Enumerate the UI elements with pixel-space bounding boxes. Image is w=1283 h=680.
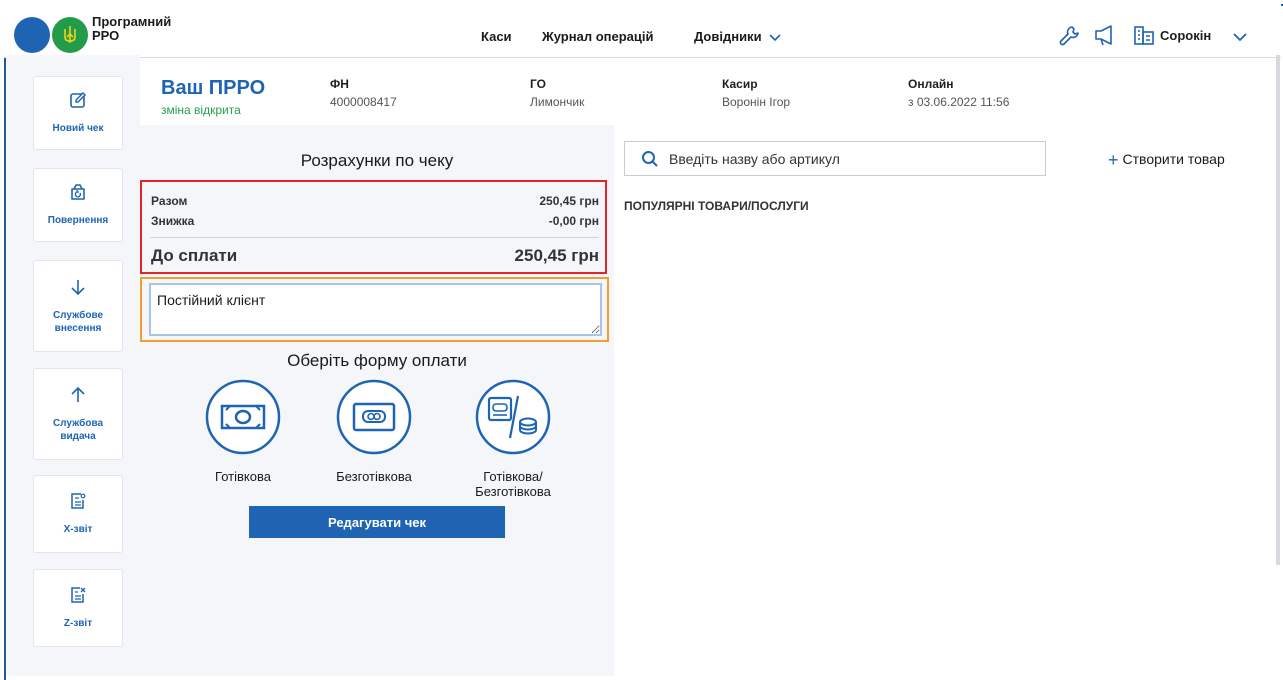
nav-kasy[interactable]: Каси <box>481 29 512 44</box>
megaphone-icon[interactable] <box>1094 24 1118 51</box>
service-withdrawal-button[interactable]: Службова видача <box>33 368 123 460</box>
card-icon <box>335 379 413 460</box>
chevron-down-icon <box>769 30 781 45</box>
to-pay-value: 250,45 грн <box>514 246 599 265</box>
user-name[interactable]: Сорокін <box>1160 28 1211 43</box>
payment-mixed-option[interactable]: Готівкова/ Безготівкова <box>448 378 578 499</box>
nav-journal[interactable]: Журнал операцій <box>542 29 654 44</box>
edit-icon <box>69 91 87 114</box>
wrench-icon[interactable] <box>1058 24 1080 51</box>
plus-icon: + <box>1108 150 1119 170</box>
to-pay-label: До сплати <box>151 246 238 265</box>
search-placeholder: Введіть назву або артикул <box>669 151 840 167</box>
nav-references[interactable]: Довідники <box>694 29 781 45</box>
return-label: Повернення <box>47 215 109 226</box>
receipt-title: Розрахунки по чеку <box>300 151 454 170</box>
payment-cash-option[interactable]: Готівкова <box>178 378 308 484</box>
client-field-wrapper: Постійний клієнт <box>140 277 609 342</box>
create-product-label: Створити товар <box>1122 151 1225 167</box>
cash-icon <box>204 379 282 460</box>
arrow-up-icon <box>69 386 87 409</box>
payment-method-title: Оберіть форму оплати <box>287 351 467 370</box>
z-report-icon <box>69 586 87 609</box>
company-building-icon <box>1134 24 1154 51</box>
shift-status: зміна відкрита <box>161 103 241 117</box>
fn-label: ФН <box>330 77 349 91</box>
payment-mixed-label-line2: Безготівкова <box>475 484 551 499</box>
service-deposit-button[interactable]: Службове внесення <box>33 260 123 352</box>
payment-cash-label: Готівкова <box>215 469 271 484</box>
logo-blue-circle <box>14 17 50 53</box>
z-report-label: Z-звіт <box>63 618 93 629</box>
total-value: 250,45 грн <box>539 194 599 208</box>
x-report-label: X-звіт <box>63 524 93 535</box>
service-withdrawal-label: Службова видача <box>52 417 104 442</box>
totals-divider <box>150 237 599 238</box>
popular-products-title: ПОПУЛЯРНІ ТОВАРИ/ПОСЛУГИ <box>624 199 809 213</box>
user-menu-chevron-icon[interactable] <box>1233 30 1247 48</box>
payment-mixed-label-line1: Готівкова/ <box>483 469 543 484</box>
create-product-button[interactable]: + Створити товар <box>1108 150 1225 171</box>
trident-logo-icon <box>52 17 88 53</box>
payment-mixed-label: Готівкова/ Безготівкова <box>448 469 578 499</box>
arrow-down-icon <box>69 278 87 301</box>
go-label: ГО <box>530 77 546 91</box>
total-label: Разом <box>151 194 188 208</box>
client-comment-input[interactable]: Постійний клієнт <box>149 283 602 336</box>
payment-card-label: Безготівкова <box>336 469 412 484</box>
discount-label: Знижка <box>151 214 195 228</box>
new-receipt-button[interactable]: Новий чек <box>33 76 123 150</box>
online-value: з 03.06.2022 11:56 <box>908 95 1010 109</box>
x-report-button[interactable]: X-звіт <box>33 475 123 553</box>
cashier-value: Воронін Ігор <box>722 95 791 109</box>
receipt-totals: Разом 250,45 грн Знижка -0,00 грн До спл… <box>140 180 607 274</box>
mixed-payment-icon <box>474 379 552 460</box>
edit-receipt-button[interactable]: Редагувати чек <box>249 506 505 538</box>
discount-value: -0,00 грн <box>548 214 599 228</box>
return-button[interactable]: Повернення <box>33 168 123 242</box>
cashier-label: Касир <box>722 77 758 91</box>
z-report-button[interactable]: Z-звіт <box>33 569 123 647</box>
nav-references-label: Довідники <box>694 29 762 44</box>
product-search-field[interactable]: Введіть назву або артикул <box>624 141 1046 176</box>
new-receipt-label: Новий чек <box>52 123 104 134</box>
search-icon <box>641 150 659 173</box>
action-sidebar: Новий чек Повернення Службове внесення С… <box>6 55 140 676</box>
app-brand: Програмний РРО <box>92 14 172 43</box>
payment-card-option[interactable]: Безготівкова <box>309 378 439 484</box>
return-icon <box>69 183 87 206</box>
fn-value: 4000008417 <box>330 95 397 109</box>
go-value: Лимончик <box>530 95 585 109</box>
page-title: Ваш ПРРО <box>161 77 266 99</box>
page-scrollbar[interactable] <box>1276 55 1280 565</box>
online-label: Онлайн <box>908 77 954 91</box>
x-report-icon <box>69 492 87 515</box>
service-deposit-label: Службове внесення <box>52 309 104 334</box>
